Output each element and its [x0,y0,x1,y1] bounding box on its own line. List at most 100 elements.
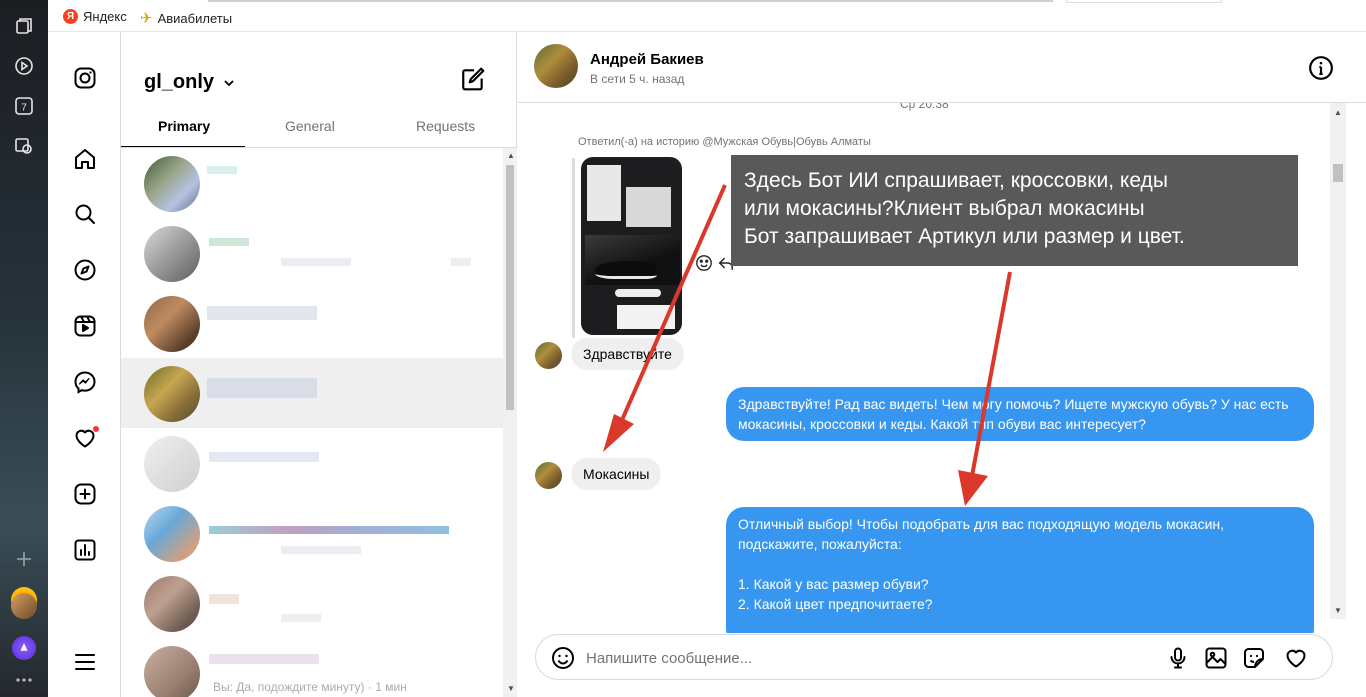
conversation-row[interactable] [121,498,503,568]
play-icon[interactable] [14,56,34,76]
bookmark-yandex[interactable]: Я Яндекс [63,9,127,24]
heart-icon[interactable] [1284,646,1308,670]
emoji-icon[interactable] [551,646,575,670]
contact-status: В сети 5 ч. назад [590,72,685,86]
last-message-preview: Вы: Да, подождите минуту) · 1 мин [213,680,407,694]
reels-icon[interactable] [72,313,98,339]
blurred-text [209,594,239,604]
conversation-row[interactable] [121,568,503,638]
message-bubble-incoming: Здравствуйте [571,338,684,370]
profile-icon[interactable] [11,593,37,619]
blurred-text [281,546,361,554]
conversation-row[interactable] [121,218,503,288]
notification-dot [92,425,100,433]
bookmarks-bar: Я Яндекс ✈ Авиабилеты [48,0,1366,32]
scroll-down-icon[interactable]: ▼ [507,684,515,693]
blurred-text [207,306,317,320]
conversation-row[interactable] [121,288,503,358]
dashboard-icon[interactable] [72,537,98,563]
story-card [587,165,621,221]
conversation-row[interactable]: Вы: Да, подождите минуту) · 1 мин [121,638,503,697]
contact-avatar[interactable] [534,44,578,88]
microphone-icon[interactable] [1166,646,1190,670]
tab-primary[interactable]: Primary [158,118,210,134]
instagram-logo-icon[interactable] [72,65,98,91]
shoe-shape [595,261,657,279]
add-icon[interactable] [14,549,34,569]
sticker-icon[interactable] [1242,646,1266,670]
conversation-list-scrollbar[interactable]: ▲ ▼ [503,148,517,697]
info-icon[interactable] [1308,55,1334,81]
messenger-icon[interactable] [72,369,98,395]
conversation-panel: gl_only Primary General Requests Вы: Да,… [121,32,517,697]
avatar [144,296,200,352]
browser-sidebar: 7 [0,0,48,697]
blurred-text [207,166,237,174]
account-switcher[interactable]: gl_only [144,71,236,94]
home-icon[interactable] [72,146,98,172]
calendar-icon[interactable]: 7 [14,96,34,116]
scrollbar-thumb[interactable] [506,165,514,410]
message-input[interactable] [586,647,1146,669]
blurred-text [281,258,351,266]
avatar [144,576,200,632]
message-avatar[interactable] [535,342,562,369]
conversation-row[interactable] [121,148,503,218]
message-bubble-outgoing: Отличный выбор! Чтобы подобрать для вас … [726,507,1314,633]
bookmark-avia[interactable]: ✈ Авиабилеты [140,9,232,27]
create-icon[interactable] [72,481,98,507]
explore-icon[interactable] [72,257,98,283]
screenshot-icon[interactable] [14,136,34,156]
blurred-text [209,654,319,664]
address-bar-button[interactable] [1066,0,1222,3]
chat-panel: Андрей Бакиев В сети 5 ч. назад Ср 20:38… [518,32,1366,697]
avatar [144,436,200,492]
message-avatar[interactable] [535,462,562,489]
active-tab-indicator [121,146,245,147]
story-card [626,187,671,227]
menu-icon[interactable] [72,649,98,675]
tab-requests[interactable]: Requests [416,118,475,134]
annotation-box: Здесь Бот ИИ спрашивает, кроссовки, кеды… [731,155,1298,266]
conversation-row-selected[interactable] [121,358,503,428]
avatar [144,226,200,282]
time-separator: Ср 20:38 [900,103,949,111]
chat-header: Андрей Бакиев В сети 5 ч. назад [518,32,1366,103]
chat-scrollbar[interactable]: ▲ ▼ [1330,103,1346,619]
scroll-up-icon[interactable]: ▲ [507,151,515,160]
more-icon[interactable] [14,670,34,690]
blurred-text [209,452,319,462]
instagram-nav [48,32,121,697]
react-emoji-icon[interactable] [695,254,713,272]
bookmark-label: Яндекс [83,9,127,24]
account-name: gl_only [144,71,215,93]
bookmark-label: Авиабилеты [157,10,233,26]
avatar [144,646,200,697]
message-bubble-outgoing: Здравствуйте! Рад вас видеть! Чем могу п… [726,387,1314,441]
tab-general[interactable]: General [285,118,335,134]
conversation-row[interactable] [121,428,503,498]
scrollbar-thumb[interactable] [1333,164,1343,182]
search-icon[interactable] [72,201,98,227]
gallery-icon[interactable] [1204,646,1228,670]
alice-icon[interactable] [12,636,36,660]
blurred-text [451,258,471,266]
avatar [144,156,200,212]
message-bubble-incoming: Мокасины [571,458,662,490]
new-message-icon[interactable] [460,66,486,92]
calendar-day: 7 [21,103,27,114]
address-bar-edge [208,0,1053,2]
blurred-text [207,378,317,398]
message-composer [535,634,1333,680]
contact-name[interactable]: Андрей Бакиев [590,51,704,68]
notifications-heart-icon[interactable] [72,425,100,451]
blurred-text [209,238,249,246]
tabs-icon[interactable] [14,16,34,36]
story-sticker [615,289,661,297]
reply-bar [572,158,575,338]
story-card [617,305,675,329]
airplane-icon: ✈ [140,10,153,27]
scroll-up-icon[interactable]: ▲ [1334,108,1342,117]
scroll-down-icon[interactable]: ▼ [1334,606,1342,615]
story-preview-image[interactable] [581,157,682,335]
